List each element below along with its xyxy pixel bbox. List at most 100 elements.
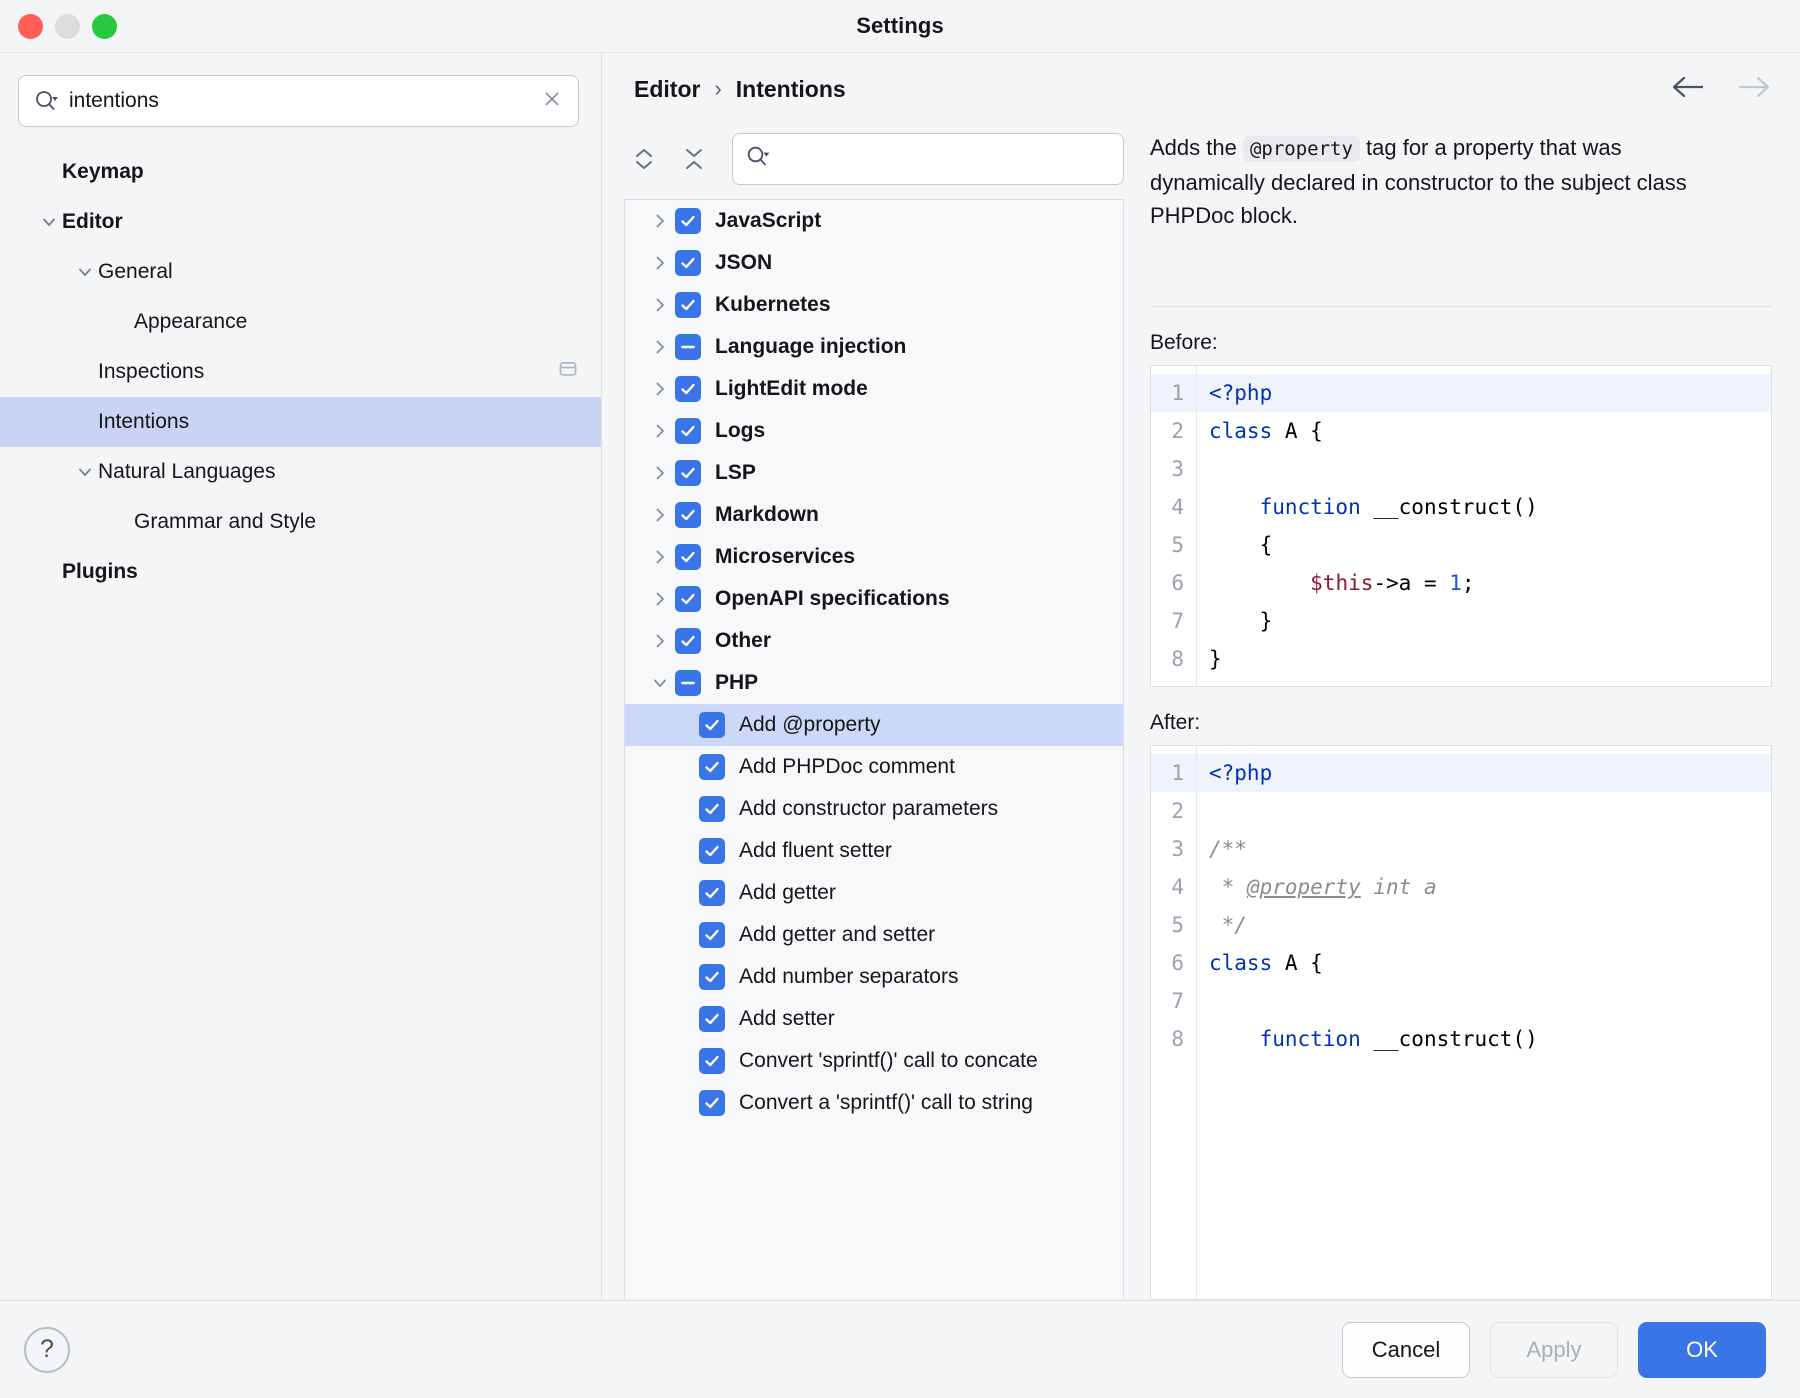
checkbox-checked[interactable] [675,376,701,402]
help-button[interactable]: ? [24,1327,70,1373]
intention-row[interactable]: Add fluent setter [625,830,1123,872]
sidebar-item-label: Inspections [98,360,204,384]
intentions-search-box[interactable] [732,133,1124,185]
checkbox-checked[interactable] [675,208,701,234]
intention-row[interactable]: Language injection [625,326,1123,368]
intention-label: Add getter [739,881,836,905]
breadcrumb-separator-icon: › [714,76,721,102]
sidebar-item-editor[interactable]: Editor [0,197,601,247]
sidebar-item-natural-languages[interactable]: Natural Languages [0,447,601,497]
chevron-right-icon[interactable] [645,589,675,609]
sidebar-item-appearance[interactable]: Appearance [0,297,601,347]
intention-row[interactable]: Markdown [625,494,1123,536]
code-line: } [1197,640,1771,678]
checkbox-indeterminate[interactable] [675,334,701,360]
maximize-window-button[interactable] [92,14,117,39]
checkbox-checked[interactable] [675,586,701,612]
checkbox-checked[interactable] [699,1048,725,1074]
sidebar-item-grammar-and-style[interactable]: Grammar and Style [0,497,601,547]
intention-row[interactable]: Add number separators [625,956,1123,998]
settings-search-box[interactable]: intentions [18,75,579,127]
settings-search-input[interactable]: intentions [69,90,530,112]
sidebar-item-inspections[interactable]: Inspections [0,347,601,397]
intention-label: Language injection [715,335,906,359]
arrow-right-icon[interactable] [1734,73,1772,106]
checkbox-checked[interactable] [675,544,701,570]
chevron-right-icon[interactable] [645,631,675,651]
intention-label: PHP [715,671,758,695]
intention-label: Convert a 'sprintf()' call to string [739,1091,1033,1115]
chevron-right-icon[interactable] [645,295,675,315]
checkbox-checked[interactable] [675,418,701,444]
intention-row[interactable]: JavaScript [625,200,1123,242]
intention-row[interactable]: Kubernetes [625,284,1123,326]
checkbox-checked[interactable] [675,292,701,318]
expand-all-icon[interactable] [624,139,664,179]
sidebar-item-plugins[interactable]: Plugins [0,547,601,597]
cancel-button[interactable]: Cancel [1342,1322,1470,1378]
sidebar-search-wrap: intentions [0,53,601,141]
intention-row[interactable]: Add getter and setter [625,914,1123,956]
intention-row[interactable]: JSON [625,242,1123,284]
ok-button[interactable]: OK [1638,1322,1766,1378]
chevron-right-icon[interactable] [645,211,675,231]
checkbox-checked[interactable] [675,502,701,528]
intention-row[interactable]: Add PHPDoc comment [625,746,1123,788]
intention-row[interactable]: Convert a 'sprintf()' call to string [625,1082,1123,1124]
intentions-search-input[interactable] [771,159,1111,160]
intention-row[interactable]: OpenAPI specifications [625,578,1123,620]
chevron-down-icon[interactable] [645,673,675,693]
collapse-all-icon[interactable] [674,139,714,179]
chevron-down-icon[interactable] [72,259,98,285]
settings-tree: KeymapEditorGeneralAppearance Inspections… [0,141,601,597]
sidebar-item-general[interactable]: General [0,247,601,297]
chevron-right-icon[interactable] [645,337,675,357]
sidebar-item-keymap[interactable]: Keymap [0,147,601,197]
intention-row[interactable]: Add constructor parameters [625,788,1123,830]
after-code-block: 12345678 <?php /** * @property int a */c… [1150,745,1772,1300]
intention-row[interactable]: PHP [625,662,1123,704]
chevron-right-icon[interactable] [645,547,675,567]
checkbox-checked[interactable] [699,1090,725,1116]
minimize-window-button[interactable] [55,14,80,39]
chevron-right-icon[interactable] [645,505,675,525]
checkbox-checked[interactable] [699,964,725,990]
checkbox-checked[interactable] [675,250,701,276]
intention-row[interactable]: LightEdit mode [625,368,1123,410]
chevron-right-icon[interactable] [645,463,675,483]
arrow-left-icon[interactable] [1670,73,1708,106]
line-number: 1 [1151,374,1196,412]
checkbox-checked[interactable] [699,754,725,780]
intention-row[interactable]: Microservices [625,536,1123,578]
sidebar-item-intentions[interactable]: Intentions [0,397,601,447]
checkbox-checked[interactable] [699,796,725,822]
intentions-tree[interactable]: JavaScriptJSONKubernetes Language injecti… [624,199,1124,1300]
before-label: Before: [1150,331,1772,355]
checkbox-checked[interactable] [699,838,725,864]
intention-label: Add fluent setter [739,839,892,863]
chevron-down-icon[interactable] [72,459,98,485]
chevron-right-icon[interactable] [645,421,675,441]
footer-buttons: Cancel Apply OK [1342,1322,1766,1378]
intention-row[interactable]: Add setter [625,998,1123,1040]
checkbox-checked[interactable] [675,460,701,486]
intention-row[interactable]: Add getter [625,872,1123,914]
chevron-down-icon[interactable] [36,209,62,235]
close-window-button[interactable] [18,14,43,39]
intention-row[interactable]: Logs [625,410,1123,452]
checkbox-checked[interactable] [699,880,725,906]
settings-sidebar: intentions KeymapEditorGeneralAppearance… [0,53,602,1300]
checkbox-indeterminate[interactable] [675,670,701,696]
intention-row[interactable]: Convert 'sprintf()' call to concate [625,1040,1123,1082]
intention-row[interactable]: Other [625,620,1123,662]
chevron-right-icon[interactable] [645,253,675,273]
intention-row[interactable]: Add @property [625,704,1123,746]
chevron-right-icon[interactable] [645,379,675,399]
clear-icon[interactable] [540,87,564,116]
checkbox-checked[interactable] [675,628,701,654]
breadcrumb-parent[interactable]: Editor [634,76,700,103]
checkbox-checked[interactable] [699,1006,725,1032]
checkbox-checked[interactable] [699,712,725,738]
intention-row[interactable]: LSP [625,452,1123,494]
checkbox-checked[interactable] [699,922,725,948]
